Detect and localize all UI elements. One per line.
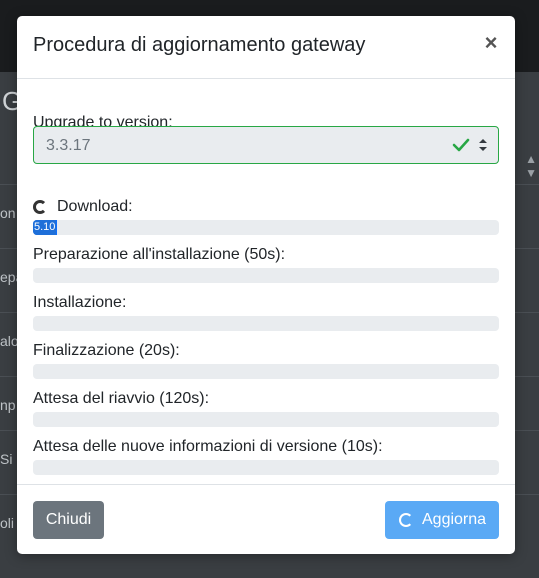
progress-bar-preparation bbox=[33, 268, 499, 283]
step-label-preparation: Preparazione all'installazione (50s): bbox=[33, 246, 286, 263]
step-label-version-info-wait: Attesa delle nuove informazioni di versi… bbox=[33, 438, 383, 455]
version-value: 3.3.17 bbox=[46, 137, 91, 154]
step-label-finalization: Finalizzazione (20s): bbox=[33, 342, 180, 359]
progress-bar-reboot-wait bbox=[33, 412, 499, 427]
step-label-reboot-wait: Attesa del riavvio (120s): bbox=[33, 390, 210, 407]
progress-bar-version-info-wait bbox=[33, 460, 499, 475]
close-icon[interactable]: × bbox=[481, 30, 501, 56]
check-icon bbox=[452, 138, 470, 152]
progress-text: 5.10 bbox=[33, 220, 57, 235]
update-button[interactable]: Aggiorna bbox=[385, 501, 499, 539]
version-select[interactable]: 3.3.17 bbox=[33, 126, 499, 164]
dialog-title: Procedura di aggiornamento gateway bbox=[33, 34, 366, 56]
dialog-footer: Chiudi Aggiorna bbox=[17, 484, 515, 555]
loading-spinner-icon bbox=[33, 200, 47, 214]
dialog-header: Procedura di aggiornamento gateway × bbox=[17, 16, 515, 79]
progress-bar-download: 5.10 bbox=[33, 220, 499, 235]
update-button-label: Aggiorna bbox=[422, 511, 487, 528]
step-label-download: Download: bbox=[57, 198, 133, 215]
update-dialog: Procedura di aggiornamento gateway × Upg… bbox=[17, 16, 515, 554]
progress-bar-finalization bbox=[33, 364, 499, 379]
updown-icon bbox=[479, 139, 487, 151]
loading-spinner-icon bbox=[399, 513, 413, 527]
progress-bar-installation bbox=[33, 316, 499, 331]
sort-icon: ▲ ▼ bbox=[525, 152, 537, 180]
close-button[interactable]: Chiudi bbox=[33, 501, 104, 539]
step-label-installation: Installazione: bbox=[33, 294, 127, 311]
